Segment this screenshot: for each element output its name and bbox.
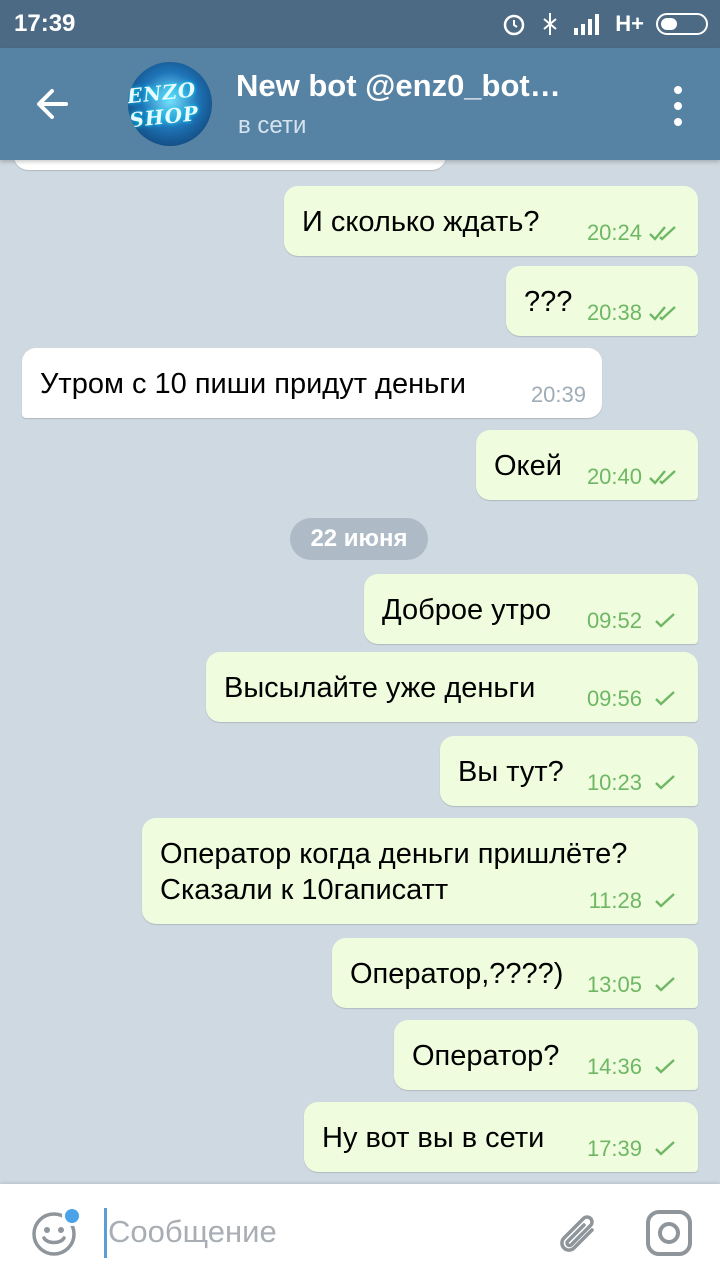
avatar[interactable]: ENZO SHOP — [128, 62, 212, 146]
message-text: Окей — [494, 450, 562, 482]
menu-dot — [674, 102, 682, 110]
message-text: Утром с 10 пиши придут деньги — [40, 368, 466, 400]
back-arrow-icon — [37, 89, 68, 119]
avatar-logo-text: ENZO SHOP — [128, 77, 201, 133]
alarm-icon — [504, 14, 525, 36]
message-time: 14:36 — [586, 1054, 642, 1079]
message-meta: 09:56 — [587, 686, 682, 712]
message-bubble[interactable]: Вы тут? 10:23 — [440, 736, 698, 806]
status-time: 17:39 — [14, 10, 76, 37]
message-time: 20:38 — [586, 300, 642, 325]
single-check-icon — [655, 1141, 675, 1156]
message-meta: 20:38 — [587, 300, 682, 326]
message-meta: 20:24 — [587, 220, 682, 246]
more-menu-button[interactable] — [666, 86, 690, 126]
message-bubble[interactable]: Доброе утро 09:52 — [364, 574, 698, 644]
message-bubble[interactable]: И сколько ждать? 20:24 — [284, 186, 698, 256]
chat-header: ENZO SHOP New bot @enz0_bot… в сети — [0, 48, 720, 160]
menu-dot — [674, 118, 682, 126]
message-text: Вы тут? — [458, 756, 564, 788]
message-time: 09:56 — [586, 686, 642, 711]
battery-icon — [656, 13, 708, 35]
chat-title[interactable]: New bot @enz0_bot… — [236, 68, 616, 104]
message-text: Высылайте уже деньги — [224, 672, 536, 704]
single-check-icon — [655, 893, 675, 908]
message-time: 20:24 — [586, 220, 642, 245]
message-meta: 17:39 — [587, 1136, 682, 1162]
single-check-icon — [655, 613, 675, 628]
message-bubble[interactable]: Ну вот вы в сети 17:39 — [304, 1102, 698, 1172]
single-check-icon — [655, 775, 675, 790]
message-meta: 20:39 — [531, 382, 586, 408]
message-text: Оператор когда деньги пришлёте? — [160, 838, 628, 870]
single-check-icon — [655, 977, 675, 992]
signal-icon — [574, 14, 600, 35]
text-cursor — [104, 1208, 107, 1258]
message-meta: 11:28 — [589, 888, 682, 914]
single-check-icon — [655, 1059, 675, 1074]
message-bubble[interactable]: Высылайте уже деньги 09:56 — [206, 652, 698, 722]
double-check-icon — [649, 226, 676, 241]
message-meta: 14:36 — [587, 1054, 682, 1080]
message-text: Ну вот вы в сети — [322, 1122, 545, 1154]
message-time: 10:23 — [586, 770, 642, 795]
message-text: Оператор,????) — [350, 958, 564, 990]
status-icons: H+ — [501, 8, 708, 40]
notification-dot — [62, 1206, 82, 1226]
status-bar: 17:39 H+ — [0, 0, 720, 48]
attach-button[interactable] — [548, 1206, 604, 1262]
message-time: 13:05 — [586, 972, 642, 997]
message-time: 09:52 — [586, 608, 642, 633]
paperclip-icon — [560, 1215, 594, 1252]
date-separator: 22 июня — [290, 518, 428, 560]
message-text: И сколько ждать? — [302, 206, 540, 238]
message-time: 20:39 — [530, 382, 586, 407]
camera-button[interactable] — [642, 1206, 696, 1260]
chat-status: в сети — [238, 112, 307, 139]
message-bubble[interactable]: Окей 20:40 — [476, 430, 698, 500]
message-time: 17:39 — [586, 1136, 642, 1161]
message-input[interactable] — [108, 1206, 508, 1258]
camera-icon — [646, 1210, 692, 1256]
double-check-icon — [649, 306, 676, 321]
message-bubble[interactable]: Утром с 10 пиши придут деньги 20:39 — [22, 348, 602, 418]
message-bubble[interactable]: Оператор когда деньги пришлёте? Сказали … — [142, 818, 698, 924]
vibrate-icon — [543, 13, 557, 35]
message-meta: 20:40 — [587, 464, 682, 490]
network-type: H+ — [615, 11, 644, 36]
message-text: Доброе утро — [382, 594, 552, 626]
menu-dot — [674, 86, 682, 94]
message-composer — [0, 1184, 720, 1280]
message-text: ??? — [524, 286, 573, 318]
message-list[interactable]: И сколько ждать? 20:24 ??? 20:38 Утром с… — [0, 160, 720, 1184]
message-time: 20:40 — [586, 464, 642, 489]
back-button[interactable] — [28, 80, 76, 128]
message-bubble[interactable]: ??? 20:38 — [506, 266, 698, 336]
message-meta: 09:52 — [587, 608, 682, 634]
message-text: Оператор? — [412, 1040, 560, 1072]
message-meta: 10:23 — [587, 770, 682, 796]
double-check-icon — [649, 470, 676, 485]
previous-message-fragment — [14, 160, 446, 170]
single-check-icon — [655, 691, 675, 706]
message-time: 11:28 — [588, 888, 642, 913]
message-bubble[interactable]: Оператор,????) 13:05 — [332, 938, 698, 1008]
message-text-line-2: Сказали к 10гаписатт — [160, 874, 449, 906]
message-meta: 13:05 — [587, 972, 682, 998]
message-bubble[interactable]: Оператор? 14:36 — [394, 1020, 698, 1090]
